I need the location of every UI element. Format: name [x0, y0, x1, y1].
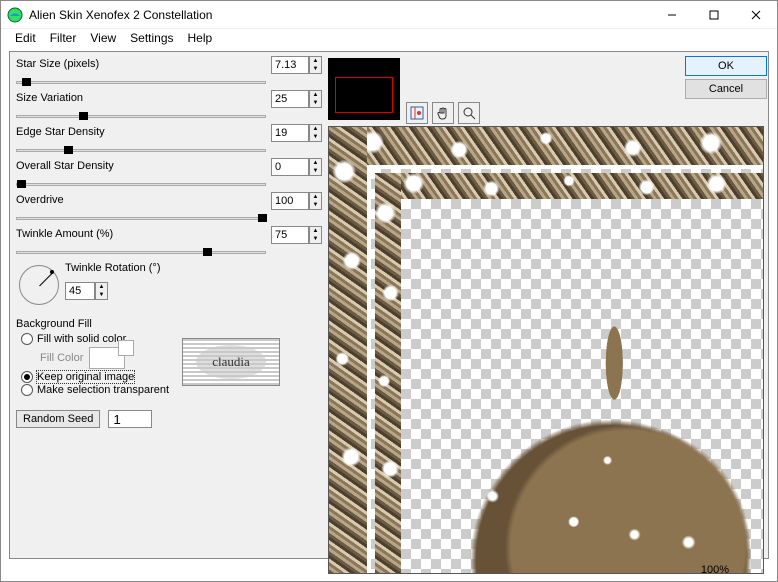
menu-bar: Edit Filter View Settings Help [1, 29, 777, 49]
preview-pane[interactable] [328, 126, 764, 574]
param-input[interactable] [271, 226, 309, 244]
slider-thumb[interactable] [64, 146, 73, 154]
param-spinner[interactable]: ▲▼ [309, 90, 322, 108]
slider-thumb[interactable] [79, 112, 88, 120]
zoom-level: 100% [701, 564, 729, 576]
param-slider[interactable] [16, 251, 266, 254]
param-slider[interactable] [16, 115, 266, 118]
param-row: Twinkle Amount (%) ▲▼ [16, 228, 322, 254]
content-area: OK Cancel Star Size (pixels)▲▼Size Varia… [9, 51, 769, 559]
param-slider[interactable] [16, 217, 266, 220]
maximize-button[interactable] [693, 1, 735, 29]
param-spinner[interactable]: ▲▼ [309, 226, 322, 244]
window-title: Alien Skin Xenofex 2 Constellation [29, 8, 651, 22]
twinkle-rotation-row: Twinkle Rotation (°) ▲▼ [16, 262, 322, 308]
slider-thumb[interactable] [22, 78, 31, 86]
cancel-button[interactable]: Cancel [685, 79, 767, 99]
param-slider[interactable] [16, 149, 266, 152]
rotation-dial[interactable] [19, 265, 59, 305]
param-spinner[interactable]: ▲▼ [309, 56, 322, 74]
rotation-label: Twinkle Rotation (°) [65, 262, 161, 274]
param-input[interactable] [271, 124, 309, 142]
param-slider[interactable] [16, 81, 266, 84]
slider-thumb[interactable] [203, 248, 212, 256]
fill-color-swatch[interactable] [89, 347, 125, 369]
param-label: Star Size (pixels) [16, 58, 99, 70]
preview-splash [425, 317, 763, 573]
split-preview-icon[interactable] [406, 102, 428, 124]
param-slider[interactable] [16, 183, 266, 186]
rotation-spinner[interactable]: ▲▼ [95, 282, 108, 300]
plugin-window: Alien Skin Xenofex 2 Constellation Edit … [0, 0, 778, 582]
slider-thumb[interactable] [17, 180, 26, 188]
dialog-buttons: OK Cancel [685, 56, 769, 99]
menu-view[interactable]: View [90, 31, 116, 47]
menu-help[interactable]: Help [188, 31, 213, 47]
param-input[interactable] [271, 90, 309, 108]
menu-edit[interactable]: Edit [15, 31, 36, 47]
random-seed-row: Random Seed [16, 410, 322, 428]
random-seed-button[interactable]: Random Seed [16, 410, 100, 428]
pan-hand-icon[interactable] [432, 102, 454, 124]
ok-button[interactable]: OK [685, 56, 767, 76]
rotation-input[interactable] [65, 282, 95, 300]
param-label: Overall Star Density [16, 160, 114, 172]
minimize-button[interactable] [651, 1, 693, 29]
param-row: Size Variation ▲▼ [16, 92, 322, 118]
param-input[interactable] [271, 192, 309, 210]
param-row: Overall Star Density ▲▼ [16, 160, 322, 186]
param-label: Twinkle Amount (%) [16, 228, 113, 240]
param-spinner[interactable]: ▲▼ [309, 192, 322, 210]
param-spinner[interactable]: ▲▼ [309, 158, 322, 176]
random-seed-input[interactable] [108, 410, 152, 428]
close-button[interactable] [735, 1, 777, 29]
bg-fill-label: Background Fill [16, 318, 322, 330]
param-input[interactable] [271, 158, 309, 176]
slider-thumb[interactable] [258, 214, 267, 222]
param-spinner[interactable]: ▲▼ [309, 124, 322, 142]
navigator-viewport[interactable] [335, 77, 393, 113]
param-row: Edge Star Density ▲▼ [16, 126, 322, 152]
watermark: claudia [182, 338, 280, 386]
menu-filter[interactable]: Filter [50, 31, 77, 47]
menu-settings[interactable]: Settings [130, 31, 173, 47]
app-icon [7, 7, 23, 23]
param-label: Overdrive [16, 194, 64, 206]
status-bar: 100% [9, 561, 769, 579]
param-input[interactable] [271, 56, 309, 74]
zoom-icon[interactable] [458, 102, 480, 124]
param-label: Size Variation [16, 92, 83, 104]
param-row: Star Size (pixels) ▲▼ [16, 58, 322, 84]
param-label: Edge Star Density [16, 126, 105, 138]
preview-navigator[interactable] [328, 58, 400, 120]
param-row: Overdrive ▲▼ [16, 194, 322, 220]
preview-tools [406, 102, 480, 124]
title-bar: Alien Skin Xenofex 2 Constellation [1, 1, 777, 29]
